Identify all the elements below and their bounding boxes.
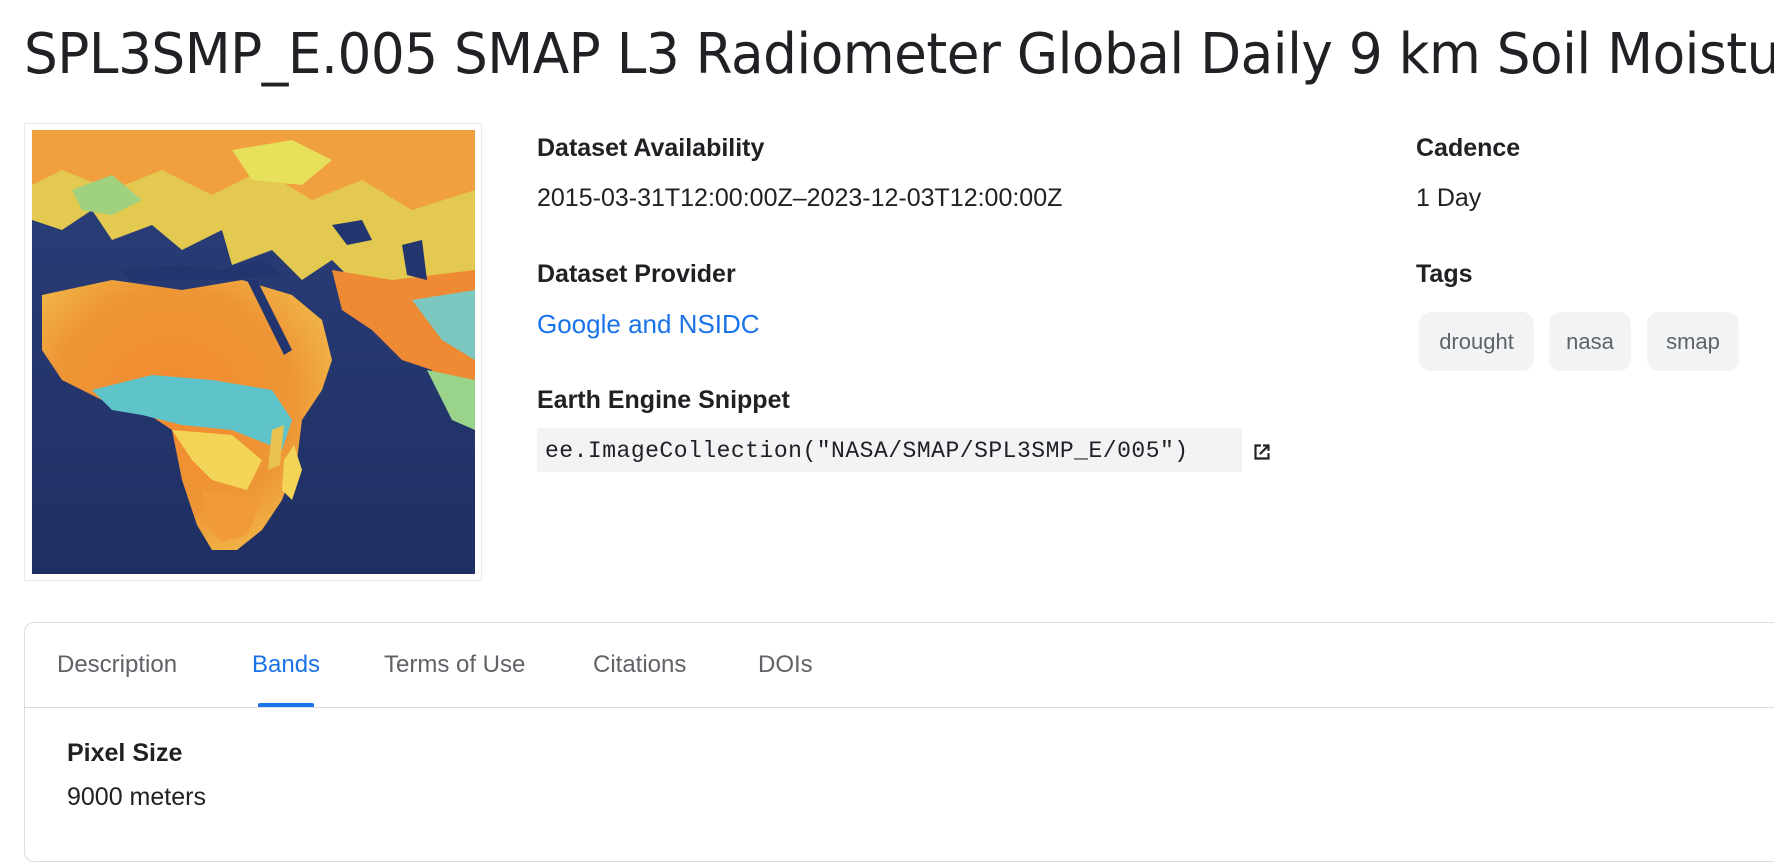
earth-engine-snippet-label: Earth Engine Snippet: [537, 386, 790, 414]
soil-moisture-map-image: [32, 130, 475, 574]
active-tab-indicator: [258, 703, 314, 707]
tag-smap[interactable]: smap: [1647, 312, 1739, 371]
dataset-details-card: Description Bands Terms of Use Citations…: [24, 622, 1774, 862]
tab-bands[interactable]: Bands: [252, 651, 320, 679]
tag-drought[interactable]: drought: [1419, 312, 1534, 371]
cadence-label: Cadence: [1416, 134, 1521, 162]
dataset-thumbnail: [24, 123, 482, 581]
pixel-size-value: 9000 meters: [67, 783, 206, 811]
open-in-new-icon[interactable]: [1249, 439, 1275, 470]
dataset-availability-value: 2015-03-31T12:00:00Z–2023-12-03T12:00:00…: [537, 184, 1063, 212]
tab-terms-of-use[interactable]: Terms of Use: [384, 651, 525, 679]
pixel-size-label: Pixel Size: [67, 739, 183, 767]
page-title: SPL3SMP_E.005 SMAP L3 Radiometer Global …: [24, 22, 1774, 87]
tab-bar: Description Bands Terms of Use Citations…: [25, 623, 1774, 708]
cadence-value: 1 Day: [1416, 184, 1482, 212]
dataset-provider-label: Dataset Provider: [537, 260, 736, 288]
dataset-availability-label: Dataset Availability: [537, 134, 765, 162]
tab-citations[interactable]: Citations: [593, 651, 686, 679]
tags-label: Tags: [1416, 260, 1473, 288]
tab-description[interactable]: Description: [57, 651, 177, 679]
tab-dois[interactable]: DOIs: [758, 651, 813, 679]
tag-nasa[interactable]: nasa: [1549, 312, 1631, 371]
dataset-provider-link[interactable]: Google and NSIDC: [537, 309, 760, 340]
earth-engine-snippet-code[interactable]: ee.ImageCollection("NASA/SMAP/SPL3SMP_E/…: [537, 428, 1242, 472]
